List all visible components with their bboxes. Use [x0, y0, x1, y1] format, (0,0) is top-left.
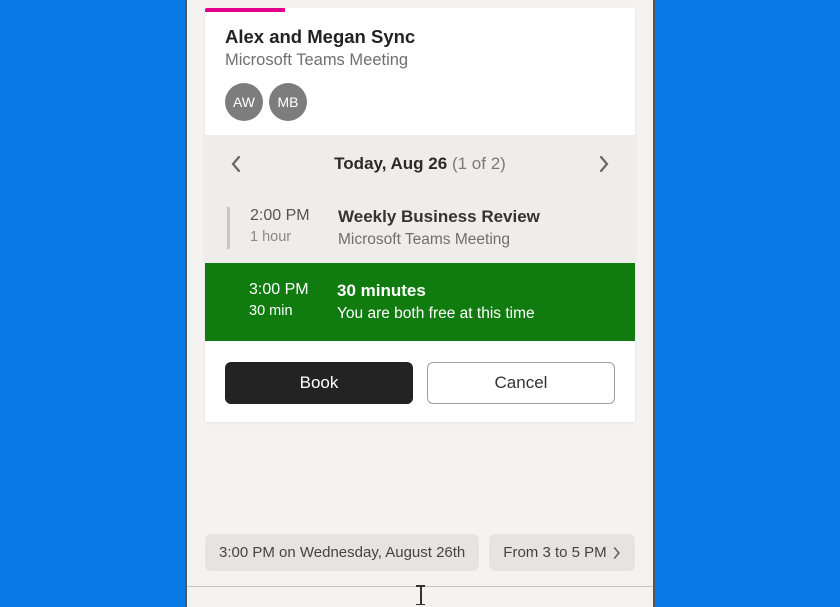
slot-subtitle: You are both free at this time: [337, 305, 535, 323]
chip-label: 3:00 PM on Wednesday, August 26th: [219, 544, 465, 561]
action-bar: Book Cancel: [205, 341, 635, 422]
slot-title: 30 minutes: [337, 281, 535, 301]
slot-title: Weekly Business Review: [338, 207, 540, 227]
suggestion-chip[interactable]: 3:00 PM on Wednesday, August 26th: [205, 534, 479, 571]
meeting-card: Alex and Megan Sync Microsoft Teams Meet…: [205, 8, 635, 422]
date-navigator: Today, Aug 26 (1 of 2): [205, 135, 635, 193]
scheduling-panel: Alex and Megan Sync Microsoft Teams Meet…: [185, 0, 655, 607]
next-day-button[interactable]: [587, 149, 621, 179]
date-pager: (1 of 2): [452, 154, 506, 173]
chip-label: From 3 to 5 PM: [503, 544, 606, 561]
slot-info: Weekly Business Review Microsoft Teams M…: [338, 207, 540, 249]
prev-day-button[interactable]: [219, 149, 253, 179]
date-label: Today, Aug 26 (1 of 2): [334, 154, 506, 174]
slot-indicator: [227, 207, 230, 249]
book-button[interactable]: Book: [225, 362, 413, 404]
text-cursor-icon: [420, 585, 422, 605]
suggestion-chip[interactable]: From 3 to 5 PM: [489, 534, 635, 571]
chevron-right-icon: [613, 545, 621, 561]
avatar[interactable]: AW: [225, 83, 263, 121]
date-text: Today, Aug 26: [334, 154, 447, 173]
chevron-left-icon: [231, 156, 241, 172]
card-accent: [205, 8, 285, 12]
meeting-subtitle: Microsoft Teams Meeting: [225, 51, 615, 70]
avatar[interactable]: MB: [269, 83, 307, 121]
cancel-button[interactable]: Cancel: [427, 362, 615, 404]
card-header: Alex and Megan Sync Microsoft Teams Meet…: [205, 8, 635, 135]
slot-time: 3:00 PM 30 min: [249, 281, 319, 319]
time-slot[interactable]: 2:00 PM 1 hour Weekly Business Review Mi…: [205, 193, 635, 263]
slot-start-time: 3:00 PM: [249, 281, 319, 299]
slot-duration: 1 hour: [250, 229, 320, 245]
slot-start-time: 2:00 PM: [250, 207, 320, 225]
time-slot-selected[interactable]: 3:00 PM 30 min 30 minutes You are both f…: [205, 263, 635, 341]
slot-duration: 30 min: [249, 303, 319, 319]
meeting-title: Alex and Megan Sync: [225, 26, 615, 48]
suggestion-chips: 3:00 PM on Wednesday, August 26th From 3…: [187, 534, 653, 571]
chevron-right-icon: [599, 156, 609, 172]
slot-time: 2:00 PM 1 hour: [250, 207, 320, 245]
slot-info: 30 minutes You are both free at this tim…: [337, 281, 535, 323]
attendee-avatars: AW MB: [225, 83, 615, 121]
slot-subtitle: Microsoft Teams Meeting: [338, 231, 540, 249]
